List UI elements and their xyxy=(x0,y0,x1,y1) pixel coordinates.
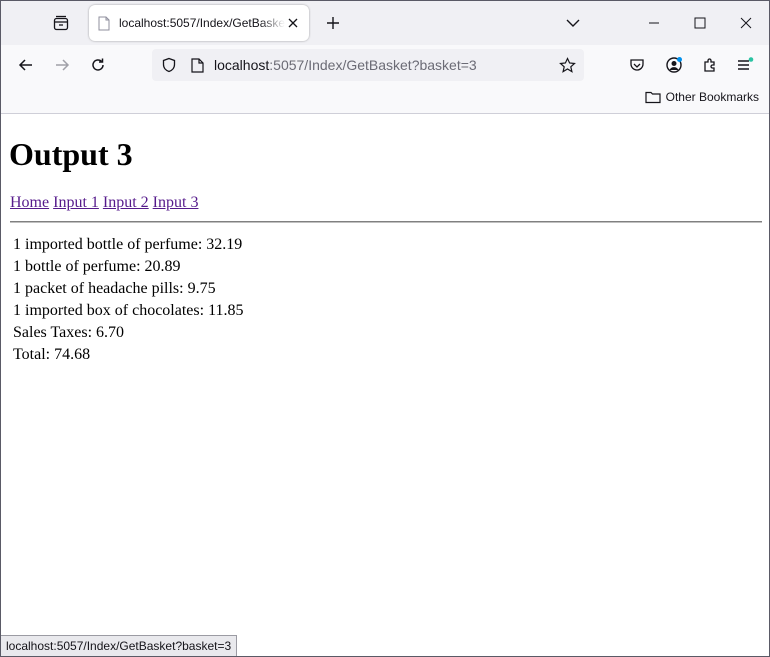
tab-close-icon[interactable] xyxy=(285,15,301,31)
browser-window: localhost:5057/Index/GetBasket localhost… xyxy=(0,0,770,657)
page-favicon-icon xyxy=(98,15,112,31)
back-arrow-icon[interactable] xyxy=(12,51,40,79)
address-bar[interactable]: localhost:5057/Index/GetBasket?basket=3 xyxy=(152,49,584,81)
minimize-icon[interactable] xyxy=(631,1,677,45)
basket-item: 1 bottle of perfume: 20.89 xyxy=(13,258,181,275)
tab-title: localhost:5057/Index/GetBasket xyxy=(119,16,285,30)
list-all-tabs-chevron-icon[interactable] xyxy=(561,11,585,35)
navigation-toolbar: localhost:5057/Index/GetBasket?basket=3 xyxy=(1,45,769,85)
page-info-icon[interactable] xyxy=(188,56,206,74)
basket-output: 1 imported bottle of perfume: 32.19 1 bo… xyxy=(13,234,243,366)
url-text[interactable]: localhost:5057/Index/GetBasket?basket=3 xyxy=(214,57,477,73)
forward-arrow-icon[interactable] xyxy=(48,51,76,79)
input-1-link[interactable]: Input 1 xyxy=(53,194,99,211)
input-3-link[interactable]: Input 3 xyxy=(153,194,199,211)
url-host: localhost xyxy=(214,57,270,73)
folder-icon xyxy=(645,90,661,104)
nav-links: Home Input 1 Input 2 Input 3 xyxy=(10,194,202,212)
basket-item: 1 imported bottle of perfume: 32.19 xyxy=(13,236,243,253)
tab-strip: localhost:5057/Index/GetBasket xyxy=(1,1,769,45)
extensions-icon[interactable] xyxy=(696,51,724,79)
basket-item: 1 packet of headache pills: 9.75 xyxy=(13,280,216,297)
window-close-icon[interactable] xyxy=(723,1,769,45)
maximize-icon[interactable] xyxy=(677,1,723,45)
account-icon[interactable] xyxy=(660,51,688,79)
tab-list-icon[interactable] xyxy=(49,11,73,35)
shield-icon[interactable] xyxy=(160,56,178,74)
new-tab-plus-icon[interactable] xyxy=(321,11,345,35)
total: Total: 74.68 xyxy=(13,346,91,363)
page-content: Output 3 Home Input 1 Input 2 Input 3 1 imp… xyxy=(1,114,769,656)
bookmark-star-icon[interactable] xyxy=(558,56,576,74)
horizontal-rule xyxy=(10,221,762,223)
input-2-link[interactable]: Input 2 xyxy=(103,194,149,211)
home-link[interactable]: Home xyxy=(10,194,49,211)
url-path: :5057/Index/GetBasket?basket=3 xyxy=(269,57,477,73)
other-bookmarks-button[interactable]: Other Bookmarks xyxy=(645,90,759,104)
basket-item: 1 imported box of chocolates: 11.85 xyxy=(13,302,244,319)
active-tab[interactable]: localhost:5057/Index/GetBasket xyxy=(89,5,309,41)
reload-icon[interactable] xyxy=(84,51,112,79)
menu-hamburger-icon[interactable] xyxy=(731,51,759,79)
sales-taxes: Sales Taxes: 6.70 xyxy=(13,324,125,341)
pocket-icon[interactable] xyxy=(623,51,651,79)
other-bookmarks-label: Other Bookmarks xyxy=(665,90,759,104)
link-status-bar: localhost:5057/Index/GetBasket?basket=3 xyxy=(1,635,238,656)
page-heading: Output 3 xyxy=(9,136,133,172)
bookmarks-toolbar: Other Bookmarks xyxy=(1,85,769,114)
